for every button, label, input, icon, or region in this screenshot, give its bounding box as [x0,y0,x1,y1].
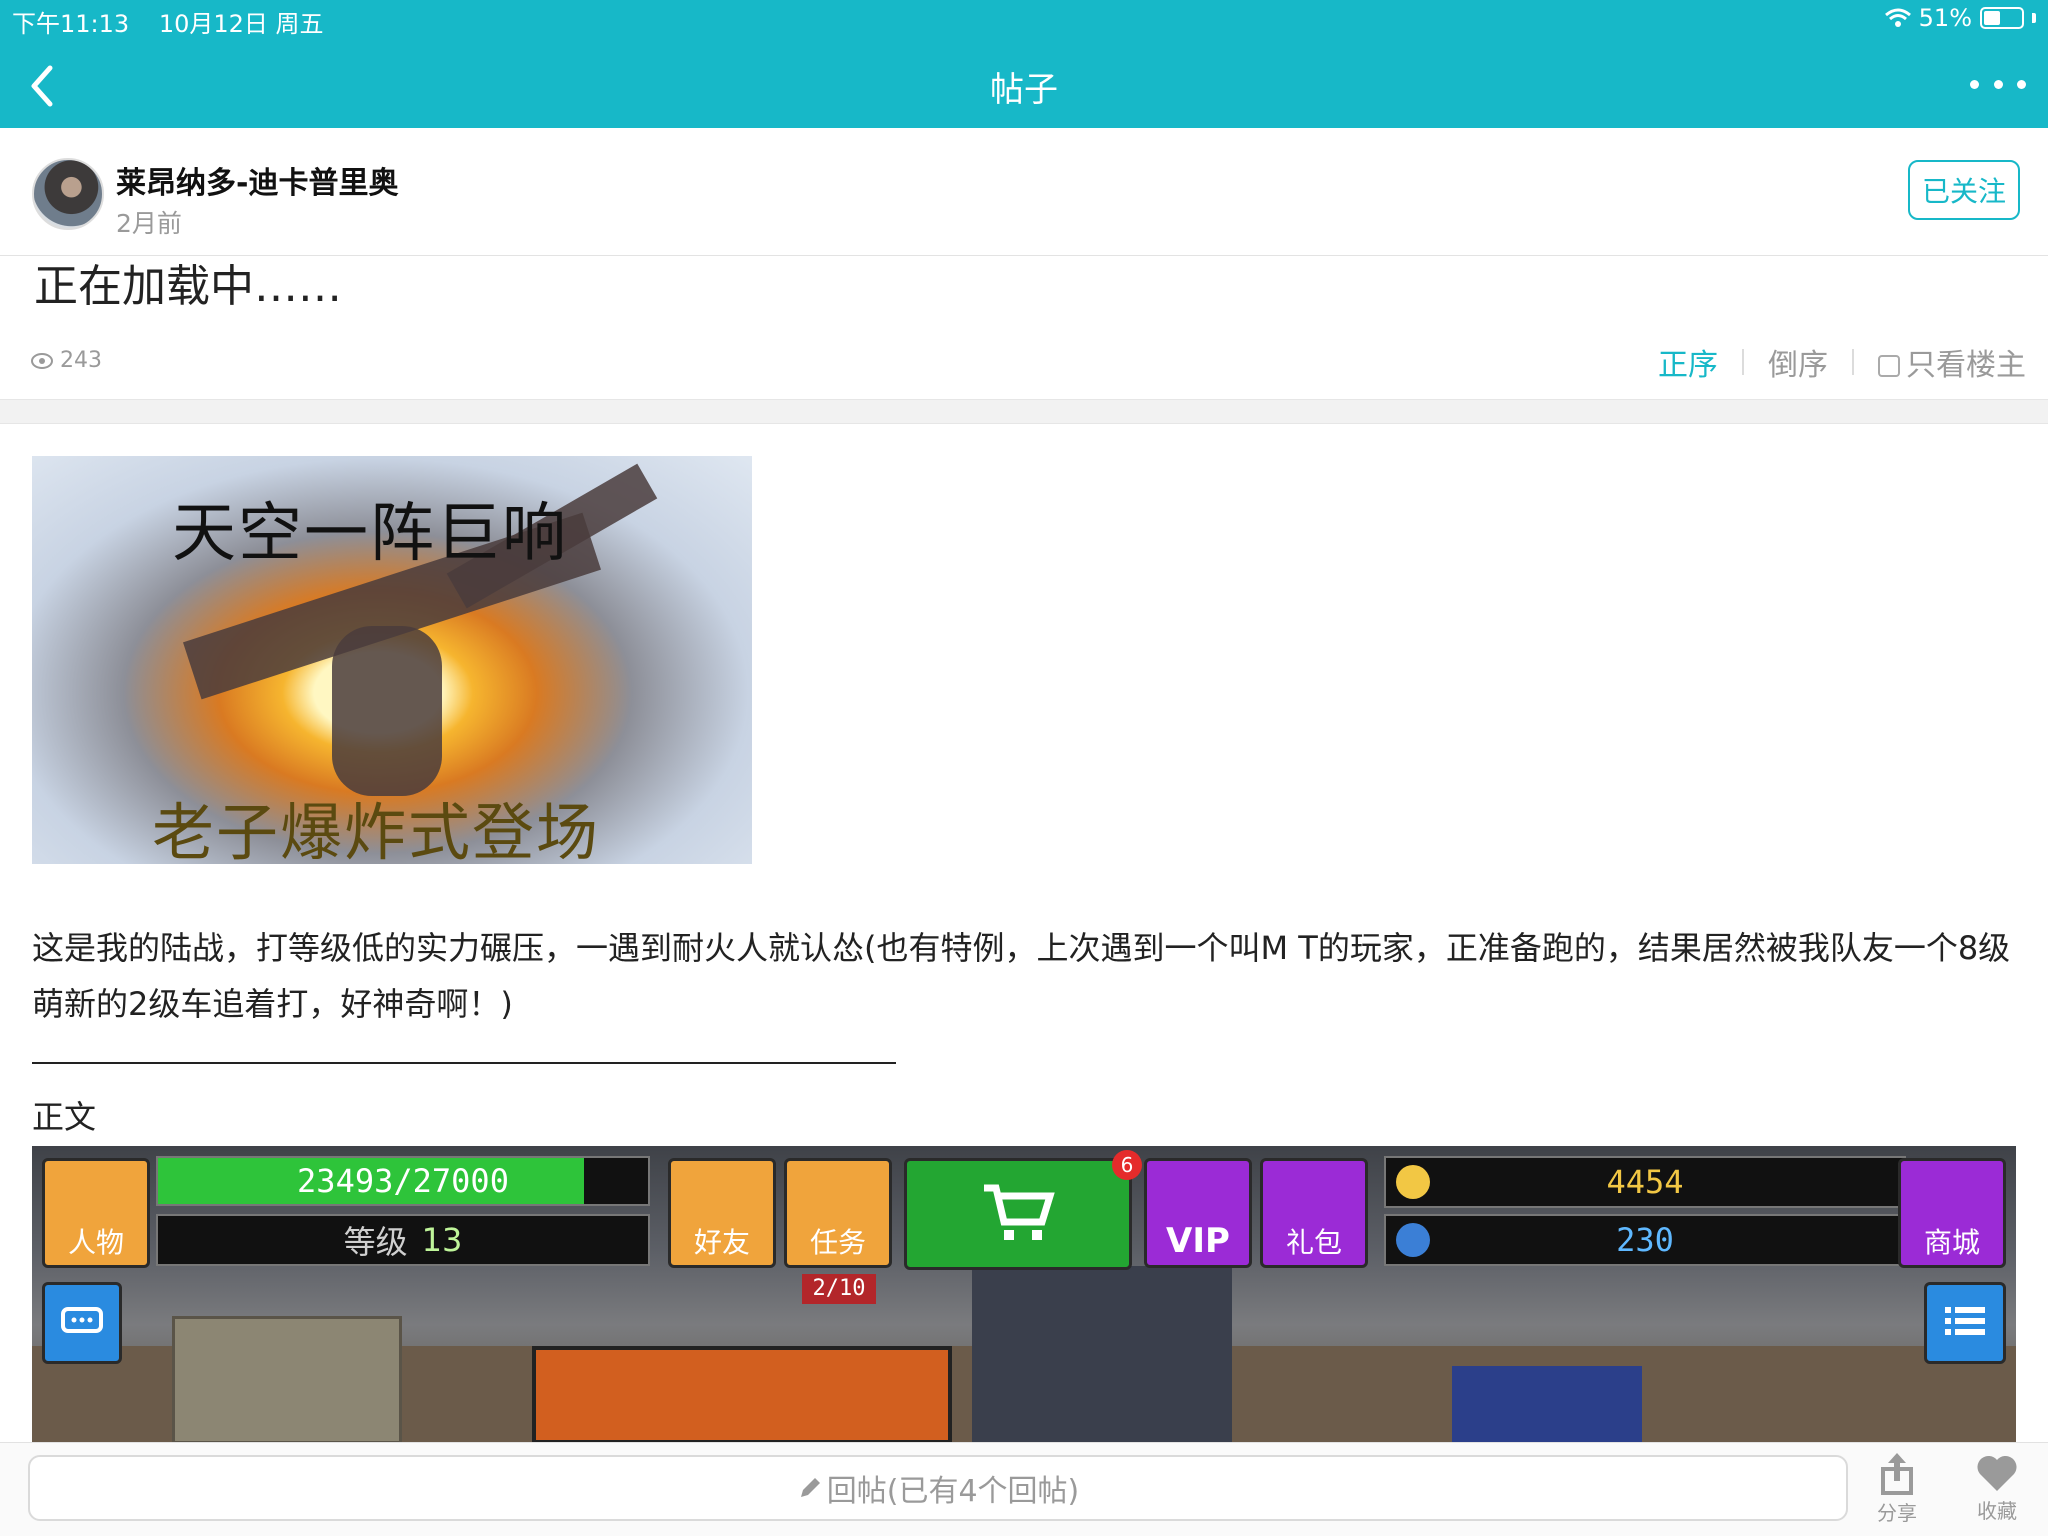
battery-tip [2032,13,2036,23]
sort-reverse-tab[interactable]: 倒序 [1768,340,1828,384]
cart-icon [984,1184,1055,1240]
section-gap [0,400,2048,424]
shop-cart-button[interactable] [904,1158,1132,1270]
page-title: 帖子 [990,70,1058,110]
chat-button[interactable] [42,1282,122,1364]
view-count: 243 [30,348,102,373]
author-row: 莱昂纳多-迪卡普里奥 2月前 已关注 [0,128,2048,256]
avatar[interactable] [32,158,104,230]
post-time: 2月前 [116,209,182,238]
store-label: 商城 [1923,1226,1980,1259]
bottom-bar: 回帖(已有4个回帖) 分享 收藏 [0,1442,2048,1536]
divider [1852,349,1854,375]
battery-percent: 51% [1918,4,1972,32]
image-decor [1452,1366,1642,1444]
favorite-button[interactable]: 收藏 [1962,1451,2032,1531]
level-label: 等级 [343,1223,408,1261]
character-label: 人物 [67,1226,124,1259]
list-menu-button[interactable] [1924,1282,2006,1364]
meme-image[interactable]: 天空一阵巨响 老子爆炸式登场 [32,456,752,864]
store-tile[interactable]: 商城 [1898,1158,2006,1268]
vip-tile[interactable]: VIP [1144,1158,1252,1268]
xp-value: 23493/27000 [297,1162,509,1200]
meme-caption-bottom: 老子爆炸式登场 [152,796,601,864]
divider [1742,349,1744,375]
author-name[interactable]: 莱昂纳多-迪卡普里奥 [116,158,398,202]
xp-bar: 23493/27000 [156,1156,650,1206]
image-decor [172,1316,402,1444]
status-date: 10月12日 周五 [158,10,324,38]
chat-icon [61,1307,103,1333]
reply-placeholder: 回帖(已有4个回帖) [826,1474,1080,1509]
gems-counter: 230 [1384,1214,1906,1266]
status-bar: 下午11:13 10月12日 周五 51% [0,0,2048,40]
list-icon [1945,1307,1985,1335]
post-paragraph: 这是我的陆战，打等级低的实力碾压，一遇到耐火人就认怂(也有特例，上次遇到一个叫M… [32,929,2011,1023]
image-decor [972,1266,1232,1444]
cart-badge: 6 [1112,1150,1142,1180]
share-icon [1881,1453,1913,1495]
share-label: 分享 [1877,1501,1917,1525]
status-left: 下午11:13 10月12日 周五 [12,4,346,39]
tasks-count: 2/10 [802,1274,876,1304]
gold-counter: 4454 [1384,1156,1906,1208]
reply-input[interactable]: 回帖(已有4个回帖) [28,1455,1848,1521]
more-dot [1993,79,2003,89]
view-count-value: 243 [60,348,102,373]
checkbox-icon [1878,355,1900,377]
follow-button[interactable]: 已关注 [1908,160,2020,220]
wifi-icon [1884,8,1911,27]
gems-value: 230 [1616,1221,1674,1259]
image-decor [332,626,442,796]
gem-icon [1396,1223,1430,1257]
favorite-label: 收藏 [1977,1499,2017,1523]
game-screenshot[interactable]: 人物 23493/27000 等级 13 好友 任务 2/10 6 VIP 礼包… [32,1146,2016,1444]
share-button[interactable]: 分享 [1862,1451,1932,1531]
gift-tile[interactable]: 礼包 [1260,1158,1368,1268]
top-bar: 下午11:13 10月12日 周五 51% 帖子 [0,0,2048,128]
vip-label: VIP [1166,1221,1230,1261]
owner-only-label: 只看楼主 [1906,348,2026,383]
gold-value: 4454 [1606,1163,1684,1201]
eye-icon [31,352,53,369]
status-right: 51% [1884,4,2036,32]
meme-caption-top: 天空一阵巨响 [172,497,568,571]
friends-label: 好友 [693,1226,750,1259]
heart-icon [1977,1455,2017,1491]
section-label: 正文 [32,1098,97,1136]
post-page: 下午11:13 10月12日 周五 51% 帖子 莱昂纳多-迪卡普里奥 2月前 … [0,0,2048,1536]
pencil-icon [800,1478,820,1497]
tasks-tile[interactable]: 任务 [784,1158,892,1268]
post-meta-row: 243 正序 倒序 只看楼主 [0,330,2048,400]
gift-label: 礼包 [1285,1226,1342,1259]
image-decor [532,1346,952,1444]
level-value: 13 [421,1221,463,1259]
battery-icon [1980,7,2024,29]
more-menu-button[interactable] [1970,62,2026,106]
coin-icon [1396,1165,1430,1199]
sort-controls: 正序 倒序 只看楼主 [1658,340,2026,384]
owner-only-toggle[interactable]: 只看楼主 [1878,340,2026,384]
friends-tile[interactable]: 好友 [668,1158,776,1268]
level-bar: 等级 13 [156,1214,650,1266]
more-dot [1970,79,1979,89]
status-time: 下午11:13 [12,10,130,38]
horizontal-rule [32,1062,896,1064]
sort-forward-tab[interactable]: 正序 [1658,340,1718,384]
loading-text: 正在加载中…… [34,261,342,312]
character-tile[interactable]: 人物 [42,1158,150,1268]
more-dot [2017,79,2026,89]
tasks-label: 任务 [809,1226,866,1259]
